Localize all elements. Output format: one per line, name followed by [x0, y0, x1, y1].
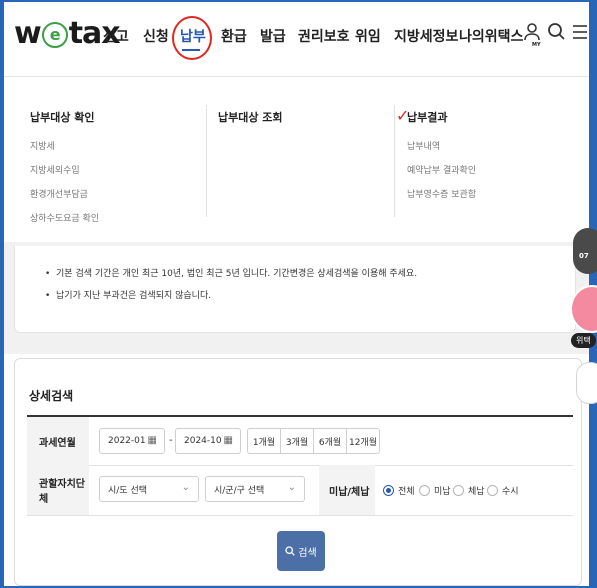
search-icon[interactable]: [547, 22, 565, 42]
region-label: 관할자치단체: [27, 465, 89, 515]
status-label: 미납/체납: [319, 465, 375, 515]
menu-title-result[interactable]: 납부결과: [407, 109, 476, 125]
notice-item: • 기본 검색 기간은 개인 최근 10년, 법인 최근 5년 입니다. 기간변…: [45, 269, 418, 279]
start-month-input[interactable]: 2022-01 ▦: [99, 428, 165, 454]
nav-item-apply[interactable]: 신청: [143, 26, 169, 46]
my-label: MY: [532, 42, 541, 48]
nav-item-delegation[interactable]: 위임: [355, 26, 381, 46]
active-nav-underline: [182, 49, 200, 51]
menu-title-target-lookup[interactable]: 납부대상 조회: [218, 109, 283, 125]
nav-item-my-wetax[interactable]: 나의위택스: [459, 26, 523, 46]
floating-timer-badge[interactable]: 07: [573, 228, 597, 274]
end-month-input[interactable]: 2024-10 ▦: [175, 428, 241, 454]
calendar-icon[interactable]: ▦: [224, 435, 233, 446]
status-radio-unpaid[interactable]: 미납: [419, 484, 451, 497]
period-button-group: 1개월 3개월 6개월 12개월: [247, 428, 380, 454]
menu-item-receipt-box[interactable]: 납부영수증 보관함: [407, 187, 476, 200]
radio-dot[interactable]: [453, 485, 464, 496]
floating-mascot-label: 위택: [571, 333, 596, 348]
nav-item-rights[interactable]: 권리보호: [298, 26, 350, 46]
annotation-check-icon: ✓: [396, 106, 410, 125]
menu-divider: [206, 105, 207, 217]
nav-item-refund[interactable]: 환급: [221, 26, 247, 46]
site-header: w e tax 신고 신청 납부 환급 발급 권리보호 위임 지방세정보 나의위택스…: [4, 2, 589, 77]
menu-column-target-check: 납부대상 확인 지방세 지방세외수입 환경개선부담금 상하수도요금 확인: [30, 109, 99, 235]
notice-box: • 기본 검색 기간은 개인 최근 10년, 법인 최근 5년 입니다. 기간변…: [14, 246, 576, 333]
menu-divider: [394, 105, 395, 217]
sigungu-select[interactable]: 시/군/구 선택 ⌄: [205, 476, 305, 502]
calendar-icon[interactable]: ▦: [148, 435, 157, 446]
menu-column-result: 납부결과 납부내역 예약납부 결과확인 납부영수증 보관함: [407, 109, 476, 211]
period-6m-button[interactable]: 6개월: [314, 429, 347, 453]
menu-item-payment-history[interactable]: 납부내역: [407, 139, 476, 152]
nav-item-report[interactable]: 신고: [103, 26, 129, 46]
status-radio-overdue[interactable]: 체납: [453, 484, 485, 497]
period-3m-button[interactable]: 3개월: [281, 429, 314, 453]
period-label: 과세연월: [27, 417, 89, 465]
status-radio-all[interactable]: 전체: [383, 484, 415, 497]
period-1m-button[interactable]: 1개월: [248, 429, 281, 453]
annotation-circle: [172, 16, 212, 60]
nav-item-issue[interactable]: 발급: [260, 26, 286, 46]
notice-item: • 납기가 지난 부과건은 검색되지 않습니다.: [45, 291, 212, 301]
nav-item-local-tax-info[interactable]: 지방세정보: [394, 26, 458, 46]
menu-item-scheduled-result[interactable]: 예약납부 결과확인: [407, 163, 476, 176]
menu-title-target-check[interactable]: 납부대상 확인: [30, 109, 99, 125]
logo-e-mark: e: [41, 22, 68, 48]
search-icon: [285, 546, 296, 556]
menu-column-target-lookup: 납부대상 조회: [218, 109, 283, 139]
chevron-down-icon: ⌄: [181, 482, 190, 493]
date-separator: -: [169, 435, 173, 446]
menu-icon[interactable]: [573, 22, 587, 42]
region-row: 관할자치단체 시/도 선택 ⌄ 시/군/구 선택 ⌄ 미납/체납 전체 미납 체…: [27, 465, 573, 516]
menu-item-environment-charge[interactable]: 환경개선부담금: [30, 187, 99, 200]
menu-item-water-bill[interactable]: 상하수도요금 확인: [30, 211, 99, 224]
chevron-down-icon: ⌄: [287, 482, 296, 493]
payment-mega-menu: 납부대상 확인 지방세 지방세외수입 환경개선부담금 상하수도요금 확인 납부대…: [4, 77, 589, 242]
status-radio-occasional[interactable]: 수시: [487, 484, 519, 497]
menu-item-local-tax[interactable]: 지방세: [30, 139, 99, 152]
user-icon[interactable]: [522, 22, 542, 42]
period-row: 과세연월 2022-01 ▦ - 2024-10 ▦ 1개월 3개월 6개월 1…: [27, 417, 573, 466]
period-12m-button[interactable]: 12개월: [347, 429, 379, 453]
radio-dot[interactable]: [419, 485, 430, 496]
page: w e tax 신고 신청 납부 환급 발급 권리보호 위임 지방세정보 나의위택스…: [4, 2, 589, 586]
sido-select[interactable]: 시/도 선택 ⌄: [99, 476, 199, 502]
menu-item-non-tax-revenue[interactable]: 지방세외수입: [30, 163, 99, 176]
radio-dot[interactable]: [383, 485, 394, 496]
radio-dot[interactable]: [487, 485, 498, 496]
detail-search-panel: 상세검색 과세연월 2022-01 ▦ - 2024-10 ▦ 1개월 3개월 …: [14, 358, 582, 586]
detail-search-title: 상세검색: [29, 389, 74, 403]
floating-scroll-button[interactable]: [576, 362, 597, 404]
search-button[interactable]: 검색: [277, 531, 325, 571]
